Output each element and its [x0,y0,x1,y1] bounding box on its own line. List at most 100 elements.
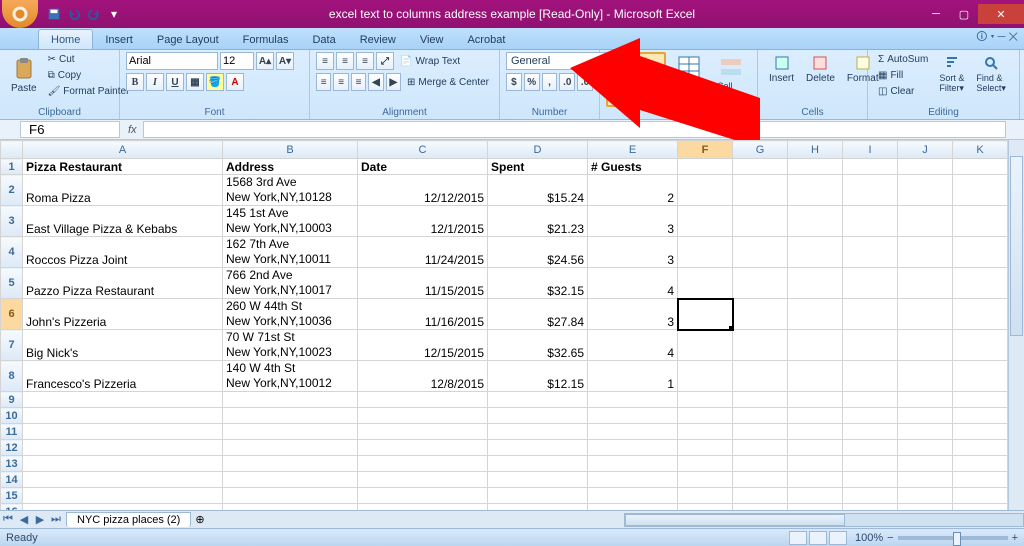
cell[interactable] [678,424,733,440]
sheet-nav-last[interactable]: ⏭ [48,513,64,526]
cell[interactable] [23,472,223,488]
row-header[interactable]: 7 [1,330,23,361]
cell[interactable] [788,408,843,424]
cell[interactable] [788,424,843,440]
cell[interactable] [733,440,788,456]
maximize-button[interactable]: ▢ [950,4,978,24]
cell[interactable] [953,472,1008,488]
cell[interactable] [788,175,843,206]
cell[interactable] [678,299,733,330]
cell[interactable] [23,456,223,472]
cell[interactable] [588,504,678,511]
sort-filter-button[interactable]: Sort &Filter▾ [934,52,969,97]
cell[interactable] [843,330,898,361]
cell[interactable] [23,504,223,511]
cell[interactable] [788,504,843,511]
cell[interactable] [953,361,1008,392]
cell[interactable] [588,440,678,456]
cell[interactable] [733,206,788,237]
cell[interactable] [788,330,843,361]
cell[interactable] [733,268,788,299]
cell[interactable]: 260 W 44th StNew York,NY,10036 [223,299,358,330]
minimize-button[interactable]: ─ [922,4,950,24]
increase-decimal-button[interactable]: .0 [559,73,575,91]
cell[interactable] [358,424,488,440]
cell[interactable] [898,206,953,237]
normal-view-button[interactable] [789,531,807,545]
cell[interactable] [488,504,588,511]
cell[interactable] [678,408,733,424]
cell[interactable]: $32.15 [488,268,588,299]
fx-icon[interactable]: fx [122,124,143,136]
cell[interactable]: Francesco's Pizzeria [23,361,223,392]
cell[interactable] [898,424,953,440]
new-sheet-button[interactable]: ⊕ [195,513,204,526]
cell[interactable] [843,268,898,299]
cell[interactable] [898,392,953,408]
cell[interactable] [898,408,953,424]
cell[interactable] [898,361,953,392]
cell[interactable]: 70 W 71st StNew York,NY,10023 [223,330,358,361]
bold-button[interactable]: B [126,73,144,91]
tab-formulas[interactable]: Formulas [231,30,301,49]
cell[interactable] [588,472,678,488]
tab-review[interactable]: Review [348,30,408,49]
cell[interactable] [898,456,953,472]
row-header[interactable]: 3 [1,206,23,237]
cell[interactable]: $24.56 [488,237,588,268]
col-header[interactable]: J [898,141,953,159]
cell[interactable] [223,488,358,504]
cell[interactable] [843,392,898,408]
col-header[interactable]: A [23,141,223,159]
cell[interactable] [953,424,1008,440]
cell[interactable] [588,424,678,440]
cell[interactable]: $15.24 [488,175,588,206]
autosum-button[interactable]: ΣAutoSum [874,52,932,67]
decrease-font-button[interactable]: A▾ [276,52,294,70]
row-header[interactable]: 11 [1,424,23,440]
cell[interactable] [678,175,733,206]
cell[interactable] [953,299,1008,330]
cell[interactable] [733,472,788,488]
tab-acrobat[interactable]: Acrobat [455,30,517,49]
cell[interactable] [733,330,788,361]
cell[interactable]: Roccos Pizza Joint [23,237,223,268]
cell[interactable] [488,456,588,472]
scroll-thumb[interactable] [625,514,845,526]
row-header[interactable]: 9 [1,392,23,408]
formula-bar[interactable] [143,121,1006,138]
tab-home[interactable]: Home [38,29,93,49]
cell[interactable]: East Village Pizza & Kebabs [23,206,223,237]
cell[interactable] [488,408,588,424]
cell[interactable]: Spent [488,159,588,175]
cell[interactable] [23,440,223,456]
row-header[interactable]: 4 [1,237,23,268]
cell[interactable] [223,392,358,408]
decrease-indent-button[interactable]: ◀ [368,73,383,91]
cell[interactable]: 3 [588,299,678,330]
cell[interactable] [843,361,898,392]
cell[interactable]: Date [358,159,488,175]
col-header[interactable]: F [678,141,733,159]
row-header[interactable]: 8 [1,361,23,392]
cell[interactable] [788,361,843,392]
cell[interactable]: 2 [588,175,678,206]
wrap-text-button[interactable]: 📄Wrap Text [396,54,464,69]
cell[interactable] [223,424,358,440]
align-bottom-button[interactable]: ≡ [356,52,374,70]
cell[interactable] [358,408,488,424]
cell[interactable] [788,299,843,330]
cell[interactable] [358,440,488,456]
cell[interactable] [788,488,843,504]
cell[interactable] [678,440,733,456]
cell[interactable] [733,408,788,424]
cell[interactable] [953,206,1008,237]
clear-button[interactable]: ◫Clear [874,84,932,99]
italic-button[interactable]: I [146,73,164,91]
cell[interactable]: Roma Pizza [23,175,223,206]
cell[interactable] [788,268,843,299]
row-header[interactable]: 5 [1,268,23,299]
cell[interactable] [678,488,733,504]
underline-button[interactable]: U [166,73,184,91]
cell[interactable] [733,424,788,440]
